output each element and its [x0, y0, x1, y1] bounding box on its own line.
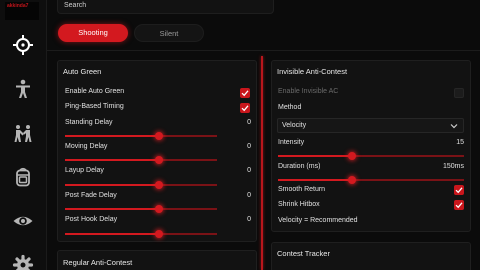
standing-delay-label: Standing Delay: [65, 119, 113, 126]
moving-delay-value: 0: [247, 143, 251, 150]
intensity-label: Intensity: [278, 139, 305, 146]
method-label: Method: [278, 104, 302, 111]
fight-icon[interactable]: [12, 122, 34, 144]
enable-invisible-ac-checkbox[interactable]: [454, 88, 464, 98]
ping-based-timing-label: Ping-Based Timing: [65, 103, 124, 110]
enable-auto-green-label: Enable Auto Green: [65, 88, 125, 95]
layup-delay-label: Layup Delay: [65, 167, 104, 174]
header-divider: [47, 50, 480, 51]
intensity-value: 15: [456, 139, 464, 146]
shrink-hitbox-checkbox[interactable]: [454, 200, 464, 210]
tab-silent[interactable]: Silent: [134, 24, 204, 42]
slider-knob[interactable]: [348, 176, 356, 184]
slider-knob[interactable]: [155, 132, 163, 140]
contest-tracker-title: Contest Tracker: [277, 249, 330, 258]
slider-fill: [65, 184, 159, 186]
ping-based-timing-checkbox[interactable]: [240, 103, 250, 113]
layup-delay-slider[interactable]: [65, 181, 217, 189]
intensity-slider[interactable]: [278, 152, 464, 160]
slider-knob[interactable]: [155, 181, 163, 189]
sidebar: akkinda7: [0, 0, 47, 270]
enable-auto-green-checkbox[interactable]: [240, 88, 250, 98]
eye-icon[interactable]: [12, 210, 34, 232]
duration-label: Duration (ms): [278, 163, 321, 170]
standing-delay-value: 0: [247, 119, 251, 126]
tab-shooting[interactable]: Shooting: [58, 24, 128, 42]
player-icon[interactable]: [12, 78, 34, 100]
search-input[interactable]: Search: [57, 0, 274, 14]
post-hook-delay-value: 0: [247, 216, 251, 223]
column-divider: [261, 56, 263, 270]
method-select[interactable]: Velocity: [277, 118, 464, 133]
regular-anti-contest-title: Regular Anti-Contest: [63, 258, 133, 267]
backpack-icon[interactable]: [12, 166, 34, 188]
gear-icon[interactable]: [12, 254, 34, 270]
slider-knob[interactable]: [155, 230, 163, 238]
duration-slider[interactable]: [278, 176, 464, 184]
post-fade-delay-slider[interactable]: [65, 205, 217, 213]
slider-knob[interactable]: [348, 152, 356, 160]
slider-fill: [65, 208, 159, 210]
post-fade-delay-value: 0: [247, 192, 251, 199]
slider-fill: [278, 179, 352, 181]
slider-knob[interactable]: [155, 156, 163, 164]
auto-green-title: Auto Green: [63, 67, 102, 76]
slider-fill: [278, 155, 352, 157]
chevron-down-icon: [450, 124, 458, 129]
post-hook-delay-slider[interactable]: [65, 230, 217, 238]
standing-delay-slider[interactable]: [65, 132, 217, 140]
moving-delay-slider[interactable]: [65, 156, 217, 164]
moving-delay-label: Moving Delay: [65, 143, 108, 150]
velocity-note: Velocity = Recommended: [278, 217, 358, 224]
method-selected-value: Velocity: [282, 122, 307, 129]
slider-knob[interactable]: [155, 205, 163, 213]
post-hook-delay-label: Post Hook Delay: [65, 216, 118, 223]
post-fade-delay-label: Post Fade Delay: [65, 192, 117, 199]
duration-value: 150ms: [442, 163, 464, 170]
slider-fill: [65, 159, 159, 161]
shrink-hitbox-label: Shrink Hitbox: [278, 201, 320, 208]
invisible-anti-contest-title: Invisible Anti-Contest: [277, 67, 348, 76]
enable-invisible-ac-label: Enable Invisible AC: [278, 88, 339, 95]
slider-fill: [65, 135, 159, 137]
smooth-return-checkbox[interactable]: [454, 185, 464, 195]
layup-delay-value: 0: [247, 167, 251, 174]
smooth-return-label: Smooth Return: [278, 186, 326, 193]
crosshair-icon[interactable]: [12, 34, 34, 56]
slider-fill: [65, 233, 159, 235]
logo: akkinda7: [5, 2, 39, 20]
